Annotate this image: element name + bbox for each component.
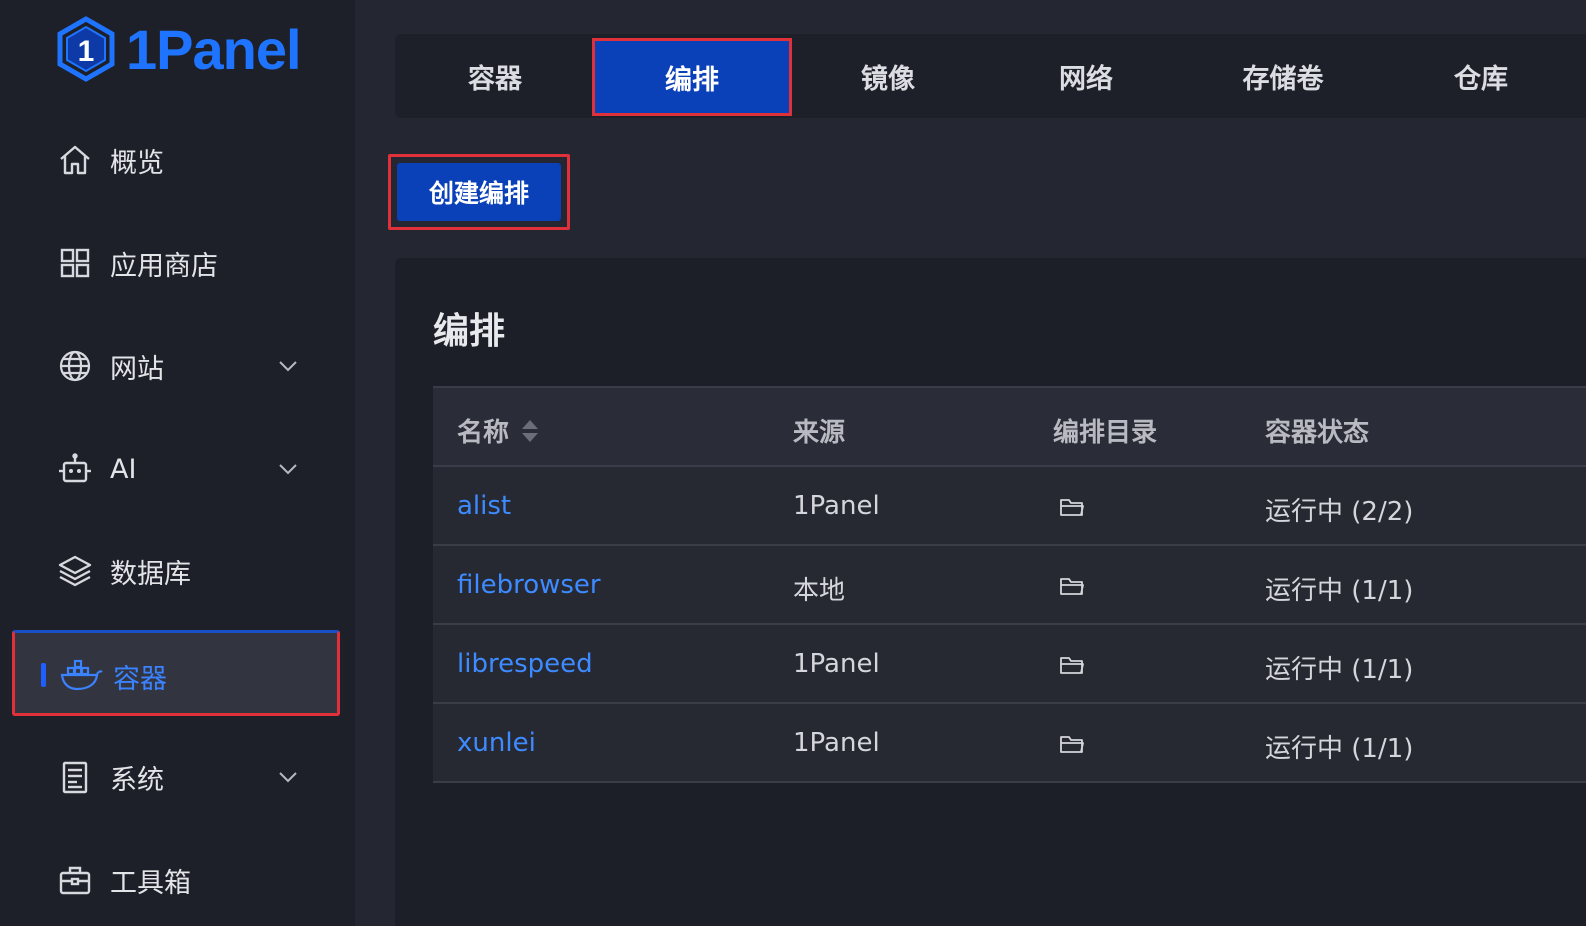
- active-indicator: [41, 663, 46, 687]
- sidebar-item-label: 概览: [110, 147, 164, 179]
- column-header-name[interactable]: 名称: [457, 412, 539, 449]
- column-header-source: 来源: [793, 418, 846, 448]
- column-header-label: 名称: [457, 418, 510, 448]
- card-title: 编排: [433, 311, 506, 352]
- table-row: filebrowser 本地 运行中 (1/1): [433, 546, 1586, 625]
- sidebar-item-app-store[interactable]: 应用商店: [0, 233, 355, 293]
- tab-repositories[interactable]: 仓库: [1381, 34, 1581, 118]
- chevron-down-icon[interactable]: [276, 765, 300, 789]
- sidebar: 1 1Panel 概览 应用商店 网站 AI 数据库 容器 系统 工具箱: [0, 0, 355, 926]
- sidebar-item-ai[interactable]: AI: [0, 439, 355, 499]
- sidebar-item-label: 网站: [110, 353, 164, 385]
- folder-icon[interactable]: [1059, 732, 1087, 758]
- container-status: 运行中 (1/1): [1265, 576, 1414, 606]
- compose-name-link[interactable]: alist: [457, 491, 511, 521]
- tab-volumes[interactable]: 存储卷: [1183, 34, 1383, 118]
- document-icon: [56, 758, 94, 796]
- compose-source: 1Panel: [793, 728, 880, 758]
- compose-name-link[interactable]: librespeed: [457, 649, 593, 679]
- globe-icon: [56, 347, 94, 385]
- sidebar-item-label: AI: [110, 453, 137, 485]
- compose-name-link[interactable]: filebrowser: [457, 570, 601, 600]
- compose-table: 名称 来源 编排目录 容器状态 alist 1Panel 运行中 (2/2) f…: [433, 386, 1586, 783]
- folder-icon[interactable]: [1059, 653, 1087, 679]
- docker-whale-icon: [59, 655, 103, 693]
- table-row: alist 1Panel 运行中 (2/2): [433, 467, 1586, 546]
- chevron-down-icon[interactable]: [276, 457, 300, 481]
- compose-source: 1Panel: [793, 491, 880, 521]
- tab-images[interactable]: 镜像: [788, 34, 988, 118]
- container-status: 运行中 (1/1): [1265, 734, 1414, 764]
- folder-icon[interactable]: [1059, 574, 1087, 600]
- sidebar-item-label: 工具箱: [110, 867, 191, 899]
- compose-source: 本地: [793, 576, 846, 606]
- robot-icon: [56, 450, 94, 488]
- tab-networks[interactable]: 网络: [986, 34, 1186, 118]
- sidebar-item-label: 数据库: [110, 558, 191, 590]
- container-tabs: 容器 编排 镜像 网络 存储卷 仓库: [395, 34, 1586, 118]
- svg-text:1: 1: [78, 35, 95, 68]
- container-status: 运行中 (2/2): [1265, 497, 1414, 527]
- create-compose-button-highlight: 创建编排: [388, 154, 570, 230]
- sidebar-item-website[interactable]: 网站: [0, 336, 355, 396]
- sidebar-item-overview[interactable]: 概览: [0, 130, 355, 190]
- table-row: xunlei 1Panel 运行中 (1/1): [433, 704, 1586, 783]
- tab-containers[interactable]: 容器: [395, 34, 595, 118]
- sidebar-item-label: 应用商店: [110, 250, 218, 282]
- sidebar-item-system[interactable]: 系统: [0, 747, 355, 807]
- layers-icon: [56, 552, 94, 590]
- chevron-down-icon[interactable]: [276, 354, 300, 378]
- sidebar-item-label: 容器: [113, 664, 167, 695]
- toolbox-icon: [56, 861, 94, 899]
- column-header-container-status: 容器状态: [1265, 418, 1370, 448]
- compose-source: 1Panel: [793, 649, 880, 679]
- app-logo[interactable]: 1 1Panel: [56, 16, 302, 82]
- home-icon: [56, 141, 94, 179]
- tab-compose[interactable]: 编排: [592, 38, 792, 116]
- compose-name-link[interactable]: xunlei: [457, 728, 536, 758]
- sidebar-item-database[interactable]: 数据库: [0, 541, 355, 601]
- container-status: 运行中 (1/1): [1265, 655, 1414, 685]
- sidebar-item-toolbox[interactable]: 工具箱: [0, 850, 355, 910]
- create-compose-button[interactable]: 创建编排: [397, 163, 561, 221]
- table-header: 名称 来源 编排目录 容器状态: [433, 388, 1586, 467]
- sidebar-item-container[interactable]: 容器: [12, 630, 340, 716]
- logo-text: 1Panel: [126, 17, 302, 81]
- apps-grid-icon: [56, 244, 94, 282]
- folder-icon[interactable]: [1059, 495, 1087, 521]
- sort-icon[interactable]: [521, 418, 539, 444]
- table-row: librespeed 1Panel 运行中 (1/1): [433, 625, 1586, 704]
- 1panel-logo-icon: 1: [57, 16, 115, 82]
- column-header-compose-dir: 编排目录: [1053, 418, 1158, 448]
- compose-card: 编排 名称 来源 编排目录 容器状态 alist 1Panel 运行中 (2/2…: [395, 258, 1586, 926]
- sidebar-item-label: 系统: [110, 764, 164, 796]
